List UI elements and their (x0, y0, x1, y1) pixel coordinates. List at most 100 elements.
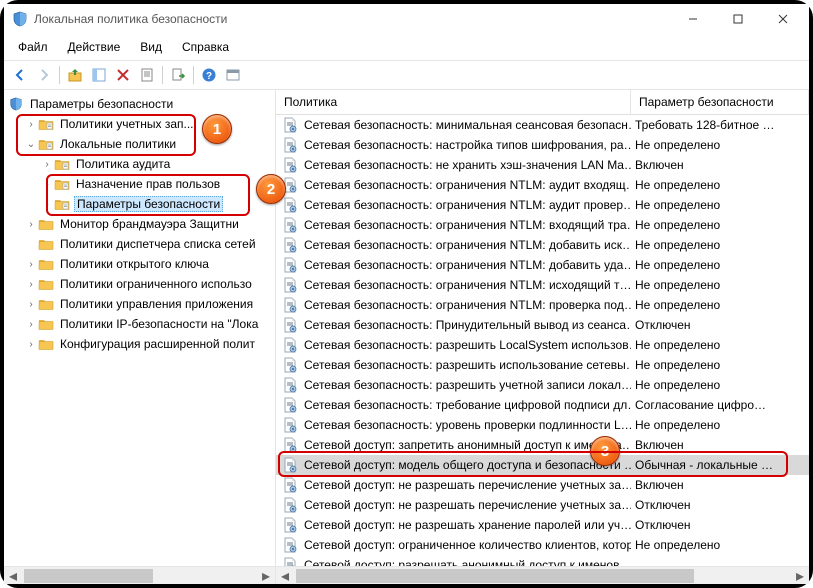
tree-root-label: Параметры безопасности (28, 97, 175, 111)
collapse-icon[interactable]: ⌄ (24, 139, 38, 150)
tree-item[interactable]: › Политика аудита (8, 154, 275, 174)
expand-icon[interactable]: › (40, 159, 54, 170)
tree-scrollbar[interactable]: ◂ ▸ (4, 566, 276, 584)
policy-value: Не определено (635, 338, 720, 352)
column-setting[interactable]: Параметр безопасности (631, 90, 809, 114)
expand-icon[interactable]: › (24, 219, 38, 230)
tree-item[interactable]: › Политики IP-безопасности на "Лока (8, 314, 275, 334)
tree-item-label: Политики IP-безопасности на "Лока (58, 317, 260, 331)
policy-row[interactable]: Сетевая безопасность: настройка типов ши… (276, 135, 809, 155)
tree-item-label: Назначение прав пользов (74, 177, 222, 191)
tree-item[interactable]: ›Политики управления приложения (8, 294, 275, 314)
policy-name: Сетевой доступ: не разрешать перечислени… (304, 498, 631, 512)
tree-item[interactable]: ›Параметры безопасности (8, 194, 275, 214)
policy-name: Сетевая безопасность: ограничения NTLM: … (304, 298, 631, 312)
menu-file[interactable]: Файл (8, 36, 58, 58)
tree-item[interactable]: › Конфигурация расширенной полит (8, 334, 275, 354)
policy-icon (282, 437, 298, 453)
policy-name: Сетевой доступ: модель общего доступа и … (304, 458, 631, 472)
policy-value: Включен (635, 478, 684, 492)
tree-item-label: Политика аудита (74, 157, 172, 171)
tree-item[interactable]: ·Политики диспетчера списка сетей (8, 234, 275, 254)
policy-icon (282, 157, 298, 173)
policy-value: Отключен (635, 318, 691, 332)
policy-row[interactable]: Сетевая безопасность: ограничения NTLM: … (276, 215, 809, 235)
policy-row[interactable]: Сетевая безопасность: уровень проверки п… (276, 415, 809, 435)
policy-row[interactable]: Сетевая безопасность: ограничения NTLM: … (276, 295, 809, 315)
expand-icon[interactable]: › (40, 179, 54, 190)
policy-value: Отключен (635, 518, 691, 532)
policy-row[interactable]: Сетевой доступ: не разрешать хранение па… (276, 515, 809, 535)
folder-icon (54, 157, 70, 171)
properties-button[interactable] (136, 64, 158, 86)
policy-name: Сетевая безопасность: разрешить учетной … (304, 378, 631, 392)
policy-value: Не определено (635, 358, 720, 372)
list-pane: Политика Параметр безопасности Сетевая б… (276, 90, 809, 566)
maximize-button[interactable] (715, 5, 760, 33)
expand-icon[interactable]: › (24, 119, 38, 130)
policy-icon (282, 137, 298, 153)
tree-item-label: Локальные политики (58, 137, 178, 151)
forward-button[interactable] (33, 64, 55, 86)
policy-row[interactable]: Сетевой доступ: не разрешать перечислени… (276, 475, 809, 495)
export-button[interactable] (167, 64, 189, 86)
policy-row[interactable]: Сетевая безопасность: ограничения NTLM: … (276, 195, 809, 215)
policy-row[interactable]: Сетевая безопасность: разрешить использо… (276, 355, 809, 375)
column-policy[interactable]: Политика (276, 90, 631, 114)
policy-row[interactable]: Сетевой доступ: запретить анонимный дост… (276, 435, 809, 455)
policy-name: Сетевая безопасность: Принудительный выв… (304, 318, 631, 332)
policy-name: Сетевая безопасность: уровень проверки п… (304, 418, 631, 432)
policy-value: Включен (635, 158, 684, 172)
expand-icon[interactable]: › (24, 339, 38, 350)
expand-icon[interactable]: › (24, 259, 38, 270)
menu-action[interactable]: Действие (58, 36, 131, 58)
policy-row[interactable]: Сетевая безопасность: не хранить хэш-зна… (276, 155, 809, 175)
policy-value: Не определено (635, 378, 720, 392)
expand-icon[interactable]: › (40, 199, 54, 210)
tree-item[interactable]: ›Монитор брандмауэра Защитни (8, 214, 275, 234)
policy-row[interactable]: Сетевой доступ: ограниченное количество … (276, 535, 809, 555)
tree-item-label: Конфигурация расширенной полит (58, 337, 257, 351)
policy-name: Сетевой доступ: не разрешать перечислени… (304, 478, 631, 492)
policy-value: Не определено (635, 278, 720, 292)
policy-row[interactable]: Сетевой доступ: разрешать анонимный дост… (276, 555, 809, 566)
tree-item[interactable]: ›Политики ограниченного использо (8, 274, 275, 294)
policy-row[interactable]: Сетевая безопасность: разрешить учетной … (276, 375, 809, 395)
list-scrollbar[interactable]: ◂ ▸ (276, 566, 809, 584)
delete-button[interactable] (112, 64, 134, 86)
tree-item[interactable]: › Назначение прав пользов (8, 174, 275, 194)
policy-value: Согласование цифро… (635, 398, 766, 412)
minimize-button[interactable] (670, 5, 715, 33)
policy-row[interactable]: Сетевая безопасность: разрешить LocalSys… (276, 335, 809, 355)
policy-icon (282, 377, 298, 393)
policy-row[interactable]: Сетевой доступ: модель общего доступа и … (276, 455, 809, 475)
policy-name: Сетевая безопасность: ограничения NTLM: … (304, 258, 631, 272)
expand-icon[interactable]: › (24, 279, 38, 290)
help-button[interactable]: ? (198, 64, 220, 86)
tree-item[interactable]: ›Политики учетных зап... (8, 114, 275, 134)
show-hide-tree-button[interactable] (88, 64, 110, 86)
policy-icon (282, 257, 298, 273)
menu-help[interactable]: Справка (172, 36, 239, 58)
policy-row[interactable]: Сетевая безопасность: требование цифрово… (276, 395, 809, 415)
policy-value: Обычная - локальные … (635, 458, 773, 472)
menu-view[interactable]: Вид (130, 36, 172, 58)
policy-icon (282, 557, 298, 566)
policy-row[interactable]: Сетевая безопасность: ограничения NTLM: … (276, 235, 809, 255)
policy-row[interactable]: Сетевой доступ: не разрешать перечислени… (276, 495, 809, 515)
policy-row[interactable]: Сетевая безопасность: минимальная сеансо… (276, 115, 809, 135)
policy-icon (282, 217, 298, 233)
back-button[interactable] (9, 64, 31, 86)
refresh-button[interactable] (222, 64, 244, 86)
close-button[interactable] (760, 5, 805, 33)
up-button[interactable] (64, 64, 86, 86)
policy-row[interactable]: Сетевая безопасность: ограничения NTLM: … (276, 275, 809, 295)
expand-icon[interactable]: › (24, 299, 38, 310)
expand-icon[interactable]: › (24, 319, 38, 330)
tree-item[interactable]: ›Политики открытого ключа (8, 254, 275, 274)
tree-root[interactable]: Параметры безопасности (8, 94, 275, 114)
policy-row[interactable]: Сетевая безопасность: ограничения NTLM: … (276, 175, 809, 195)
policy-row[interactable]: Сетевая безопасность: ограничения NTLM: … (276, 255, 809, 275)
tree-item[interactable]: ⌄ Локальные политики (8, 134, 275, 154)
policy-row[interactable]: Сетевая безопасность: Принудительный выв… (276, 315, 809, 335)
